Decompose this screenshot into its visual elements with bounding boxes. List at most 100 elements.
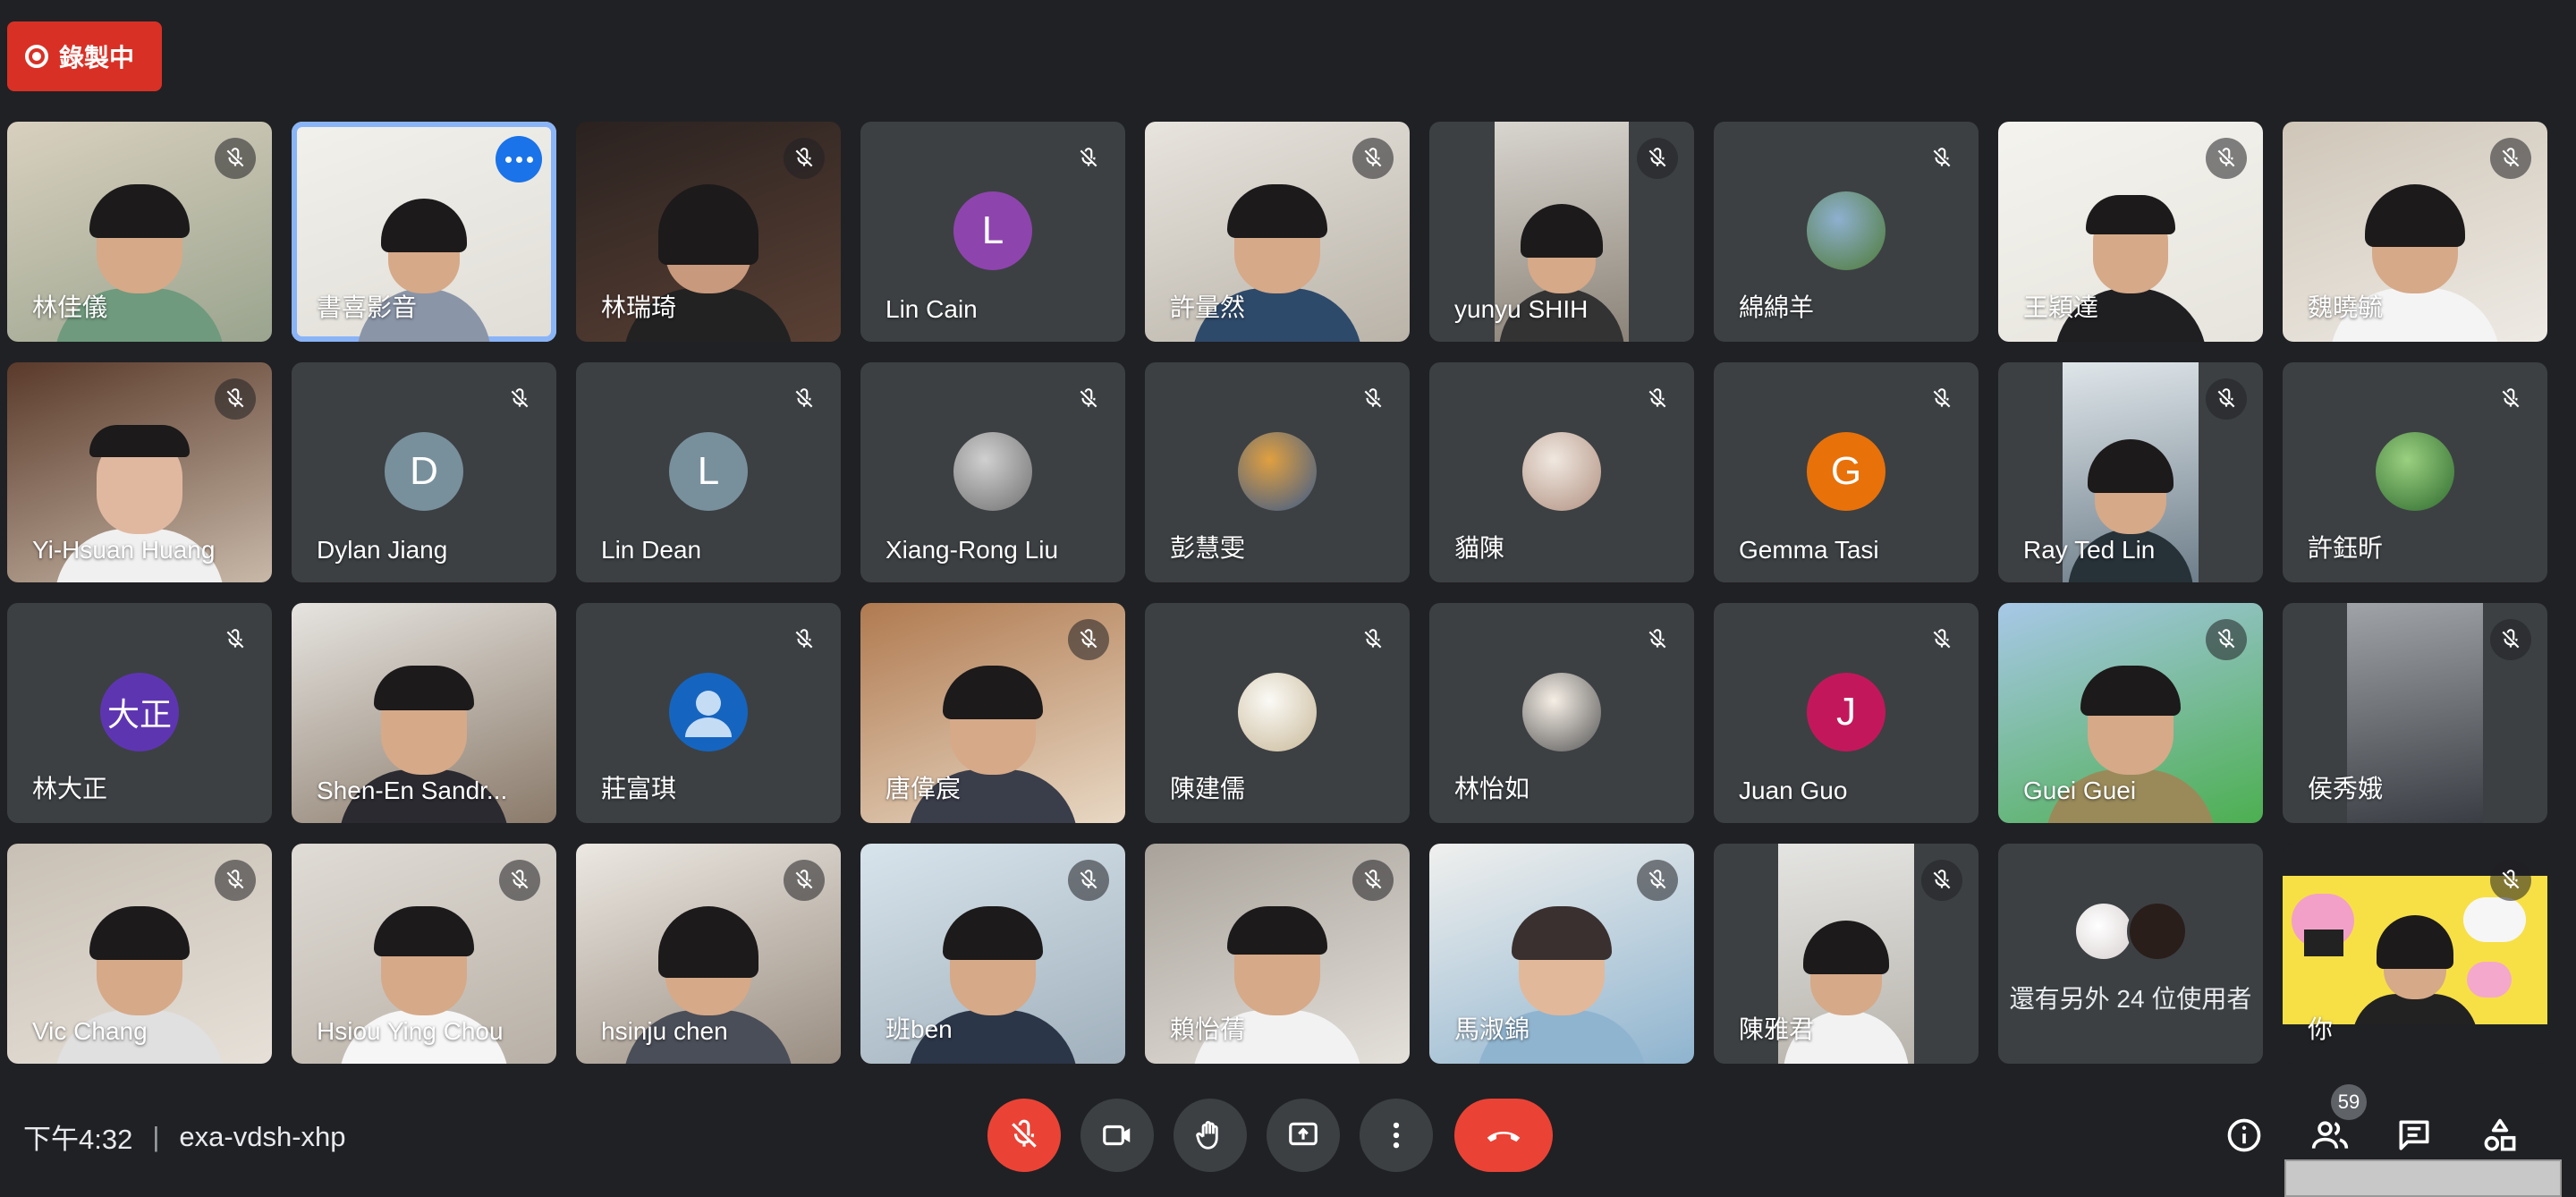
- avatar: L: [669, 432, 748, 511]
- more-options-button[interactable]: [1360, 1099, 1433, 1172]
- more-participants-tile[interactable]: 還有另外 24 位使用者: [1998, 844, 2263, 1064]
- activities-button[interactable]: [2478, 1113, 2522, 1158]
- participant-tile[interactable]: G Gemma Tasi: [1714, 362, 1979, 582]
- participant-name: Shen-En Sandr...: [317, 777, 508, 804]
- participant-tile[interactable]: Vic Chang: [7, 844, 272, 1064]
- participant-tile[interactable]: 大正 林大正: [7, 603, 272, 823]
- participant-name: Vic Chang: [32, 1017, 148, 1045]
- participant-tile[interactable]: 許鈺昕: [2283, 362, 2547, 582]
- mic-off-icon: [215, 138, 256, 179]
- participant-tile[interactable]: 貓陳: [1429, 362, 1694, 582]
- hang-up-icon: [1487, 1131, 1521, 1142]
- mic-off-icon: [1068, 138, 1109, 179]
- participant-tile[interactable]: 綿綿羊: [1714, 122, 1979, 342]
- meeting-details: 下午4:32 | exa-vdsh-xhp: [23, 1116, 346, 1157]
- participant-tile[interactable]: 林佳儀: [7, 122, 272, 342]
- participant-name: 林瑞琦: [601, 293, 677, 321]
- bottom-bar: 下午4:32 | exa-vdsh-xhp 59: [0, 1074, 2576, 1197]
- more-options-button[interactable]: [496, 136, 542, 183]
- participant-name: Gemma Tasi: [1739, 536, 1879, 564]
- record-icon: [25, 45, 48, 68]
- avatar: [1807, 191, 1885, 270]
- participant-name: 林大正: [32, 775, 108, 802]
- participant-tile[interactable]: Hsiou Ying Chou: [292, 844, 556, 1064]
- participant-tile[interactable]: 許量然: [1145, 122, 1410, 342]
- participant-tile[interactable]: hsinju chen: [576, 844, 841, 1064]
- participant-name: 許量然: [1170, 293, 1246, 321]
- avatar: D: [385, 432, 463, 511]
- participant-tile[interactable]: 彭慧雯: [1145, 362, 1410, 582]
- participant-tile[interactable]: 莊富琪: [576, 603, 841, 823]
- participant-tile[interactable]: 魏曉毓: [2283, 122, 2547, 342]
- recording-label: 錄製中: [59, 44, 135, 72]
- recording-indicator[interactable]: 錄製中: [7, 21, 162, 91]
- leave-call-button[interactable]: [1454, 1099, 1553, 1172]
- participant-tile[interactable]: 陳建儒: [1145, 603, 1410, 823]
- mic-off-icon: [1352, 378, 1394, 420]
- hand-icon: [1196, 1121, 1218, 1150]
- camera-toggle-button[interactable]: [1080, 1099, 1154, 1172]
- camera-icon: [1103, 1125, 1131, 1146]
- mic-off-icon: [2490, 138, 2531, 179]
- self-tile[interactable]: 你: [2283, 844, 2547, 1064]
- mic-off-icon: [499, 378, 540, 420]
- participants-count-badge: 59: [2331, 1084, 2367, 1120]
- participant-name: 侯秀娥: [2308, 775, 2384, 802]
- participant-name: Guei Guei: [2023, 777, 2137, 804]
- participant-tile[interactable]: 侯秀娥: [2283, 603, 2547, 823]
- mic-off-icon: [1921, 138, 1962, 179]
- meeting-code[interactable]: exa-vdsh-xhp: [179, 1121, 345, 1153]
- participant-tile[interactable]: 馬淑錦: [1429, 844, 1694, 1064]
- mic-off-icon: [499, 860, 540, 901]
- participant-tile[interactable]: yunyu SHIH: [1429, 122, 1694, 342]
- participant-name: Hsiou Ying Chou: [317, 1017, 504, 1045]
- meeting-time: 下午4:32: [23, 1124, 133, 1155]
- people-icon: [2311, 1121, 2349, 1149]
- mic-off-icon: [1921, 860, 1962, 901]
- participant-name: 莊富琪: [601, 775, 677, 802]
- mic-off-icon: [1921, 378, 1962, 420]
- participant-tile[interactable]: 班ben: [860, 844, 1125, 1064]
- meeting-details-button[interactable]: [2222, 1113, 2267, 1158]
- microphone-toggle-button[interactable]: [987, 1099, 1061, 1172]
- participant-tile[interactable]: Yi-Hsuan Huang: [7, 362, 272, 582]
- participant-name: Lin Dean: [601, 536, 702, 564]
- participant-name: 彭慧雯: [1170, 534, 1246, 562]
- participant-tile[interactable]: 林怡如: [1429, 603, 1694, 823]
- participant-tile[interactable]: 賴怡蒨: [1145, 844, 1410, 1064]
- participant-name: 賴怡蒨: [1170, 1015, 1246, 1043]
- participant-name: Yi-Hsuan Huang: [32, 536, 216, 564]
- separator: |: [152, 1120, 160, 1152]
- avatar: [669, 673, 748, 751]
- participant-tile[interactable]: L Lin Cain: [860, 122, 1125, 342]
- participant-tile[interactable]: 王穎達: [1998, 122, 2263, 342]
- participant-name: 陳雅君: [1739, 1015, 1815, 1043]
- mic-off-icon: [215, 619, 256, 660]
- participant-grid: 林佳儀 書喜影音 林瑞琦 L Lin Cain 許量然 yunyu SHIH 綿…: [7, 122, 2547, 1064]
- participant-tile[interactable]: Shen-En Sandr...: [292, 603, 556, 823]
- participant-tile[interactable]: Guei Guei: [1998, 603, 2263, 823]
- mic-off-icon: [784, 860, 825, 901]
- participant-tile[interactable]: 陳雅君: [1714, 844, 1979, 1064]
- mic-off-icon: [1637, 378, 1678, 420]
- participant-tile[interactable]: 唐偉宸: [860, 603, 1125, 823]
- participant-tile[interactable]: Xiang-Rong Liu: [860, 362, 1125, 582]
- participant-tile[interactable]: J Juan Guo: [1714, 603, 1979, 823]
- participant-name: 唐偉宸: [886, 775, 962, 802]
- raise-hand-button[interactable]: [1174, 1099, 1247, 1172]
- mic-off-icon: [1068, 378, 1109, 420]
- participant-tile[interactable]: Ray Ted Lin: [1998, 362, 2263, 582]
- participant-name: 陳建儒: [1170, 775, 1246, 802]
- chat-button[interactable]: [2392, 1113, 2436, 1158]
- avatar: [2376, 432, 2454, 511]
- more-vert-icon: [1393, 1122, 1400, 1149]
- info-icon: [2227, 1118, 2261, 1152]
- participant-tile[interactable]: L Lin Dean: [576, 362, 841, 582]
- present-screen-button[interactable]: [1267, 1099, 1340, 1172]
- floating-window-thumbnail[interactable]: [2284, 1159, 2562, 1197]
- participant-name: Juan Guo: [1739, 777, 1848, 804]
- participant-tile[interactable]: 林瑞琦: [576, 122, 841, 342]
- participant-tile-selected[interactable]: 書喜影音: [292, 122, 556, 342]
- avatar: 大正: [100, 673, 179, 751]
- participant-tile[interactable]: D Dylan Jiang: [292, 362, 556, 582]
